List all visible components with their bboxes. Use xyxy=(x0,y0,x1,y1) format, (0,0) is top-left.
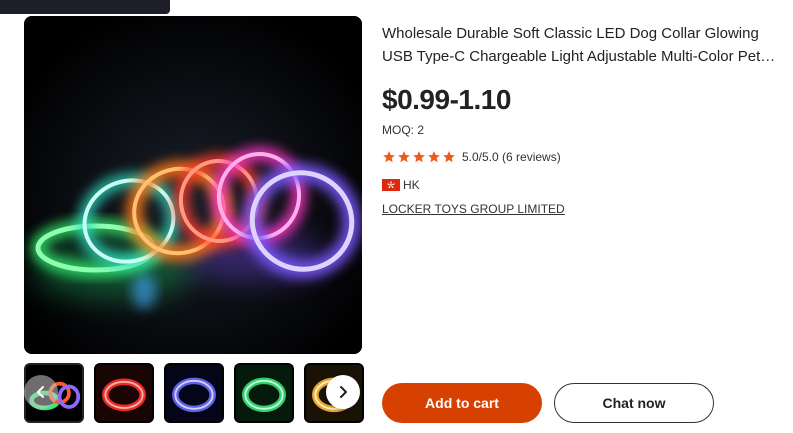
thumbnail-strip xyxy=(24,363,364,423)
add-to-cart-button[interactable]: Add to cart xyxy=(382,383,542,423)
product-rating[interactable]: 5.0/5.0 (6 reviews) xyxy=(382,150,561,164)
gallery-next-button[interactable] xyxy=(326,375,360,409)
thumbnail-red[interactable] xyxy=(94,363,154,423)
rating-text: 5.0/5.0 (6 reviews) xyxy=(462,150,561,164)
chevron-right-icon xyxy=(340,386,347,398)
thumbnail-green[interactable] xyxy=(234,363,294,423)
star-icon xyxy=(413,151,425,163)
top-bar xyxy=(0,0,170,14)
origin-country: HK xyxy=(382,178,420,192)
origin-country-code: HK xyxy=(403,178,420,192)
product-price: $0.99-1.10 xyxy=(382,84,511,115)
hong-kong-flag-icon xyxy=(382,179,400,191)
product-title: Wholesale Durable Soft Classic LED Dog C… xyxy=(382,25,761,65)
minimum-order-quantity: MOQ: 2 xyxy=(382,123,425,137)
gallery-prev-button[interactable] xyxy=(24,375,58,409)
rating-stars xyxy=(382,150,457,164)
chat-now-button[interactable]: Chat now xyxy=(554,383,714,423)
main-product-image[interactable] xyxy=(24,16,362,354)
star-icon xyxy=(443,151,455,163)
led-collars-illustration xyxy=(24,16,362,354)
star-icon xyxy=(398,151,410,163)
supplier-link[interactable]: LOCKER TOYS GROUP LIMITED xyxy=(382,202,565,216)
star-icon xyxy=(383,151,395,163)
chevron-left-icon xyxy=(37,386,44,398)
star-icon xyxy=(428,151,440,163)
thumbnail-blue[interactable] xyxy=(164,363,224,423)
